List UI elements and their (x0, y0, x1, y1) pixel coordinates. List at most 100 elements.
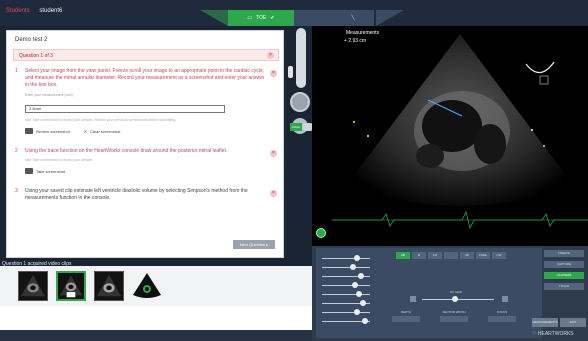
ultrasound-image (332, 34, 588, 230)
probe-icon: ▭ (247, 15, 253, 21)
add-clip-thumbnail[interactable] (132, 271, 162, 301)
preset-blank-button[interactable] (444, 252, 458, 259)
question-text: Using your saved clip estimate left vent… (25, 188, 248, 201)
tab-edge-left (200, 10, 228, 26)
review-screenshot-button[interactable]: Review screenshot (25, 128, 70, 134)
depth-controls: DEPTH SECTOR WIDTH FOCUS (392, 310, 516, 322)
bottom-band (0, 330, 312, 341)
tab-toe[interactable]: ▭ TOE ✔ (228, 10, 294, 26)
hint-text: Use Take screenshot to record your answe… (25, 158, 94, 162)
gain-slider[interactable] (322, 263, 378, 272)
tab-mode-3[interactable]: ╲ (332, 10, 374, 26)
tab-mode-2[interactable] (294, 10, 332, 26)
remove-icon[interactable]: × (270, 150, 277, 157)
preset-3d-button[interactable]: 3D (460, 252, 474, 259)
camera-icon (25, 168, 33, 174)
question-header: Question 1 of 3 × (13, 49, 279, 61)
depth-control[interactable]: DEPTH (392, 310, 420, 322)
toggle-left-label: Active (290, 123, 302, 131)
next-question-button[interactable]: Next Question ▸ (233, 240, 275, 249)
probe-side-handle[interactable] (288, 66, 293, 78)
sector-width-label: SECTOR WIDTH (442, 310, 466, 314)
eye-icon (25, 128, 33, 134)
exit-button[interactable]: EXIT (560, 318, 586, 327)
mode-presets: 2D M CD 3D FREE CW (396, 252, 506, 259)
question-number: 1 (15, 68, 18, 74)
question-list: 1 Select your image from the view panel.… (13, 65, 279, 205)
gain-slider[interactable] (322, 317, 378, 326)
sector-thumbnail (133, 273, 161, 298)
review-screenshot-label: Review screenshot (36, 128, 70, 134)
increase-button[interactable] (502, 296, 508, 302)
video-clip-thumbnail[interactable] (18, 271, 48, 301)
preset-cw-button[interactable]: CW (492, 252, 506, 259)
gain-slider[interactable] (322, 299, 378, 308)
preset-free-button[interactable]: FREE (476, 252, 490, 259)
screenshot-actions: Take screenshot (25, 168, 265, 174)
take-screenshot-label: Take screenshot (36, 168, 66, 174)
echo-thumbnail (20, 274, 46, 297)
answer-field[interactable] (25, 104, 225, 113)
app-root: Students student6 ▭ TOE ✔ ╲ Demo test 2 … (0, 0, 588, 341)
top-bar: Students student6 ▭ TOE ✔ ╲ (0, 0, 588, 26)
measurements-title: Measurements (346, 30, 380, 36)
focus-control[interactable]: FOCUS (488, 310, 516, 322)
tab-toe-label: TOE (256, 15, 267, 21)
question-header-label: Question 1 of 3 (19, 53, 53, 59)
screenshot-actions: Review screenshot ✕ Clear screenshot (25, 128, 265, 134)
trace-button[interactable]: TRACE (544, 283, 584, 290)
video-clip-thumbnail-selected[interactable] (56, 271, 86, 301)
gain-track[interactable] (422, 299, 494, 300)
console-actions: FREEZE CAPTURE CALIPERS TRACE (544, 250, 584, 294)
preset-cd-button[interactable]: CD (428, 252, 442, 259)
remove-icon[interactable]: × (270, 70, 277, 77)
depth-label: DEPTH (400, 310, 412, 314)
question-number: 3 (15, 188, 18, 194)
sector-width-control[interactable]: SECTOR WIDTH (440, 310, 468, 322)
clear-screenshot-button[interactable]: ✕ Clear screenshot (84, 128, 121, 134)
console-panel: 2D M CD 3D FREE CW 2D GAIN DEPTH SECTOR … (316, 248, 542, 338)
gain-thumb[interactable] (452, 296, 458, 302)
gain-slider[interactable] (322, 254, 378, 263)
gain-sliders (322, 254, 378, 326)
ultrasound-console: 2D M CD 3D FREE CW 2D GAIN DEPTH SECTOR … (312, 246, 588, 341)
preset-m-button[interactable]: M (412, 252, 426, 259)
console-bottom-actions: MEASUREMENTS EXIT (532, 318, 586, 327)
gain-slider[interactable] (322, 272, 378, 281)
field-label: Enter your measurement (mm) (25, 93, 73, 97)
check-icon: ✔ (270, 15, 275, 21)
gain-slider[interactable] (322, 308, 378, 317)
quiz-title: Demo test 2 (15, 37, 48, 43)
measurements-button[interactable]: MEASUREMENTS (532, 318, 558, 327)
breadcrumb-student[interactable]: student6 (39, 8, 62, 14)
breadcrumb: Students student6 (6, 8, 62, 14)
video-clip-thumbnail[interactable] (94, 271, 124, 301)
freeze-button[interactable]: FREEZE (544, 250, 584, 257)
question-item: 3 Using your saved clip estimate left ve… (13, 185, 279, 205)
decrease-button[interactable] (410, 296, 416, 302)
question-number: 2 (15, 148, 18, 154)
gain-slider[interactable] (322, 281, 378, 290)
quiz-panel: Demo test 2 Question 1 of 3 × 1 Select y… (6, 30, 284, 258)
close-icon[interactable]: × (267, 52, 274, 59)
question-item: 1 Select your image from the view panel.… (13, 65, 279, 137)
take-screenshot-button[interactable]: Take screenshot (25, 168, 65, 174)
clear-screenshot-label: Clear screenshot (90, 128, 121, 134)
capture-button[interactable]: CAPTURE (544, 261, 584, 268)
question-item: 2 Using the trace function on the HeartW… (13, 145, 279, 177)
preset-2d-button[interactable]: 2D (396, 252, 410, 259)
hint-text: Use Take screenshot to record your answe… (25, 118, 177, 122)
calipers-button[interactable]: CALIPERS (544, 272, 584, 279)
tab-edge-right (376, 10, 404, 26)
x-icon: ✕ (83, 128, 88, 134)
breadcrumb-students[interactable]: Students (6, 8, 30, 14)
mode-tabs: ▭ TOE ✔ ╲ (228, 10, 374, 26)
probe-depth-control[interactable] (296, 28, 306, 88)
probe-controls (288, 26, 312, 266)
gain-slider[interactable] (322, 290, 378, 299)
record-button[interactable] (316, 228, 326, 238)
probe-rotation-knob[interactable] (290, 92, 310, 112)
ultrasound-view[interactable]: Measurements + 2.93 cm (312, 26, 588, 246)
remove-icon[interactable]: × (270, 190, 277, 197)
question-text: Using the trace function on the HeartWor… (25, 148, 228, 154)
